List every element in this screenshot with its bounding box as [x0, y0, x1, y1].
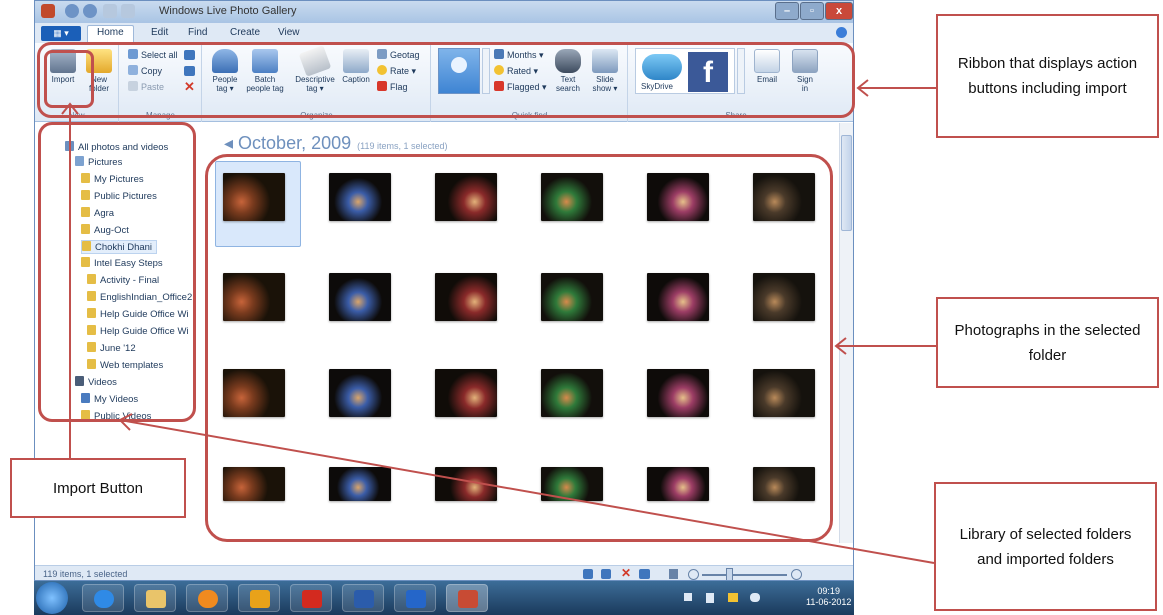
tray-flag-icon[interactable]: [684, 593, 692, 601]
ribbon-callout-text: Ribbon that displays action buttons incl…: [957, 55, 1138, 97]
library-highlight: [38, 122, 196, 422]
media-player-icon: [198, 590, 218, 608]
tray-volume-icon[interactable]: [750, 593, 760, 602]
minimize-button[interactable]: –: [775, 2, 799, 20]
tab-find[interactable]: Find: [188, 27, 207, 38]
import-callout: Import Button: [10, 458, 186, 518]
undo-icon[interactable]: [103, 4, 117, 18]
photos-callout-text: Photographs in the selected folder: [954, 321, 1141, 364]
slideshow-icon[interactable]: [639, 569, 650, 579]
scrollbar-thumb[interactable]: [841, 135, 852, 231]
ribbon-highlight: [37, 42, 855, 118]
tab-home[interactable]: Home: [87, 25, 134, 43]
zoom-slider-track[interactable]: [702, 574, 787, 576]
rotate-right-icon[interactable]: [601, 569, 611, 579]
tray-network-icon[interactable]: [728, 593, 738, 602]
zoom-out-icon[interactable]: [688, 569, 699, 580]
details-icon[interactable]: [669, 569, 678, 579]
month-heading-title: October, 2009: [238, 133, 352, 153]
rotate-left-icon[interactable]: [583, 569, 593, 579]
system-clock[interactable]: 09:19 11-06-2012: [806, 586, 851, 608]
app-icon: [41, 4, 55, 18]
tab-view[interactable]: View: [278, 27, 300, 38]
ribbon-tabs: ▦ ▾ Home Edit Find Create View: [35, 23, 853, 43]
ribbon-callout: Ribbon that displays action buttons incl…: [936, 14, 1159, 138]
back-icon[interactable]: [65, 4, 79, 18]
taskbar-media-player[interactable]: [186, 584, 228, 612]
close-button[interactable]: x: [825, 2, 853, 20]
redo-icon[interactable]: [121, 4, 135, 18]
ribbon-arrowhead: [856, 79, 869, 97]
taskbar-word[interactable]: [342, 584, 384, 612]
taskbar-outlook[interactable]: [238, 584, 280, 612]
taskbar-photo-gallery[interactable]: [446, 584, 488, 612]
photo-gallery-icon: [458, 590, 478, 608]
delete-icon[interactable]: ✕: [621, 566, 631, 580]
title-bar: Windows Live Photo Gallery – ▫ x: [35, 1, 853, 23]
start-button[interactable]: [36, 582, 68, 614]
library-callout-text: Library of selected folders and imported…: [959, 525, 1132, 568]
help-icon[interactable]: [836, 27, 847, 38]
clock-date: 11-06-2012: [806, 597, 852, 607]
app-menu-button[interactable]: ▦ ▾: [41, 26, 81, 41]
status-text: 119 items, 1 selected: [43, 569, 128, 579]
clock-time: 09:19: [817, 586, 840, 596]
taskbar: 09:19 11-06-2012: [34, 581, 854, 615]
help-icon: [406, 590, 426, 608]
tab-edit[interactable]: Edit: [151, 27, 168, 38]
zoom-in-icon[interactable]: [791, 569, 802, 580]
maximize-button[interactable]: ▫: [800, 2, 824, 20]
outlook-icon: [250, 590, 270, 608]
taskbar-help[interactable]: [394, 584, 436, 612]
vertical-scrollbar[interactable]: [839, 123, 853, 543]
word-icon: [354, 590, 374, 608]
library-callout: Library of selected folders and imported…: [934, 482, 1157, 611]
acrobat-icon: [302, 590, 322, 608]
import-callout-text: Import Button: [52, 479, 144, 497]
taskbar-acrobat[interactable]: [290, 584, 332, 612]
status-bar: 119 items, 1 selected ✕: [35, 565, 853, 580]
folder-icon: [146, 590, 166, 608]
window-title: Windows Live Photo Gallery: [159, 5, 297, 17]
tab-create[interactable]: Create: [230, 27, 260, 38]
taskbar-explorer[interactable]: [134, 584, 176, 612]
month-heading-count: (119 items, 1 selected): [357, 141, 448, 151]
month-heading: ◂ October, 2009 (119 items, 1 selected): [224, 133, 448, 153]
forward-icon[interactable]: [83, 4, 97, 18]
tray-power-icon[interactable]: [706, 593, 714, 603]
photos-highlight: [205, 154, 833, 542]
import-highlight: [44, 50, 94, 108]
internet-explorer-icon: [94, 590, 114, 608]
screenshot-stage: Windows Live Photo Gallery – ▫ x ▦ ▾ Hom…: [0, 0, 1163, 615]
photos-callout: Photographs in the selected folder: [936, 297, 1159, 388]
zoom-slider-thumb[interactable]: [726, 568, 733, 580]
taskbar-internet-explorer[interactable]: [82, 584, 124, 612]
